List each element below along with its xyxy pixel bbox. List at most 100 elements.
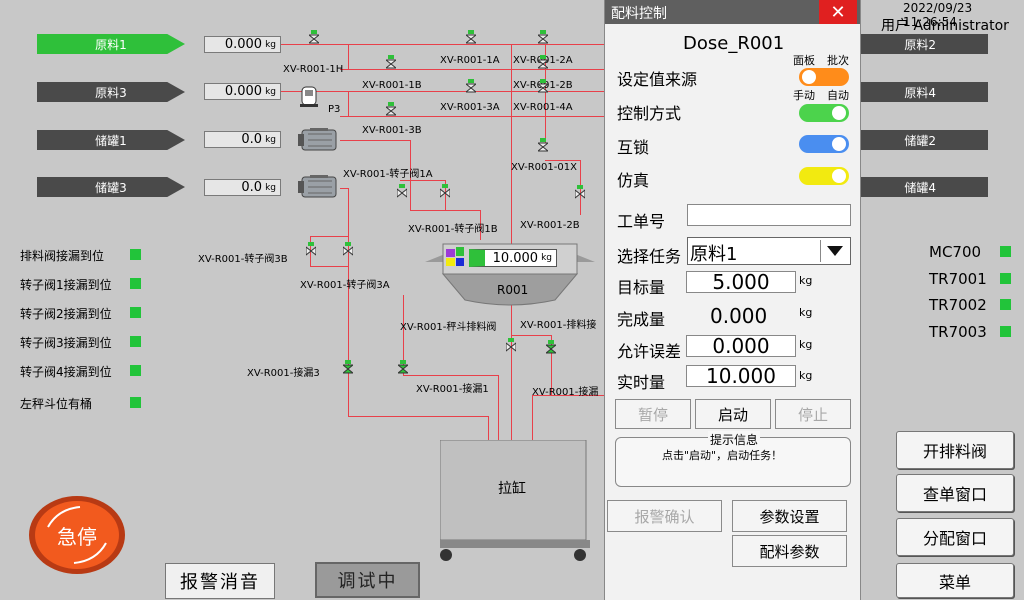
pipe-v-left2 bbox=[348, 91, 349, 116]
emergency-stop-label: 急停 bbox=[57, 525, 97, 549]
valve-rot1a-right-icon[interactable] bbox=[440, 184, 450, 198]
alarm-mute-label: 报警消音 bbox=[180, 572, 260, 593]
valve-2b-side-label: XV-R001-2B bbox=[520, 220, 580, 231]
pipe-leak1c bbox=[498, 375, 499, 440]
reactor-status-icon bbox=[446, 247, 466, 267]
target-value: 5.000 bbox=[712, 270, 770, 294]
valve-leak1-icon[interactable] bbox=[398, 360, 408, 374]
valve-rot3b-label: XV-R001-转子阀3B bbox=[198, 254, 288, 265]
pump-p3-icon[interactable] bbox=[300, 86, 318, 108]
valve-2a-icon[interactable] bbox=[538, 30, 548, 44]
open-discharge-valve-button[interactable]: 开排料阀 bbox=[896, 431, 1014, 469]
weight-display-storage1: 0.0 kg bbox=[204, 131, 281, 148]
tank-tag-raw4[interactable]: 原料4 bbox=[858, 82, 988, 102]
valve-leak3-icon[interactable] bbox=[343, 360, 353, 374]
valve-1b-icon[interactable] bbox=[386, 55, 396, 69]
start-button[interactable]: 启动 bbox=[695, 399, 771, 429]
valve-leak3-label: XV-R001-接漏3 bbox=[247, 368, 320, 379]
weight-display-raw3: 0.000 kg bbox=[204, 83, 281, 100]
actual-display: 10.000 bbox=[686, 364, 796, 388]
tank-tag-label: 原料2 bbox=[904, 37, 936, 52]
status-right-indicator-1 bbox=[1000, 273, 1011, 284]
toggle-knob bbox=[832, 137, 846, 151]
weight-unit: kg bbox=[265, 182, 276, 193]
valve-leak-r-label: XV-R001-接漏 bbox=[532, 387, 599, 398]
valve-rot1a-left-icon[interactable] bbox=[397, 184, 407, 198]
status-indicator-1 bbox=[130, 278, 141, 289]
motor-storage1-icon[interactable] bbox=[298, 124, 340, 156]
alarm-ack-button[interactable]: 报警确认 bbox=[607, 500, 722, 532]
valve-rot3b-right-icon[interactable] bbox=[343, 242, 353, 256]
pipe-disch bbox=[511, 335, 551, 336]
status-row-2: 转子阀2接漏到位 bbox=[20, 305, 112, 322]
valve-01x-side-icon[interactable] bbox=[575, 185, 585, 199]
valve-1a-icon[interactable] bbox=[466, 30, 476, 44]
valve-rot1b-label: XV-R001-转子阀1B bbox=[408, 224, 498, 235]
button-label: 报警确认 bbox=[634, 507, 695, 526]
tank-tag-raw1[interactable]: 原料1 bbox=[37, 34, 185, 54]
tank-tag-label: 原料3 bbox=[95, 85, 127, 100]
control-mode-toggle[interactable] bbox=[799, 104, 849, 122]
target-input[interactable]: 5.000 bbox=[686, 270, 796, 294]
assign-window-button[interactable]: 分配窗口 bbox=[896, 518, 1014, 556]
tolerance-input[interactable]: 0.000 bbox=[686, 334, 796, 358]
button-label: 暂停 bbox=[637, 405, 668, 424]
tank-tag-storage2[interactable]: 储罐2 bbox=[858, 130, 988, 150]
valve-3a-icon[interactable] bbox=[466, 79, 476, 93]
dose-params-button[interactable]: 配料参数 bbox=[732, 535, 847, 567]
pipe-rot1e bbox=[410, 210, 480, 211]
opt-batch-label: 批次 bbox=[827, 54, 849, 67]
query-window-button[interactable]: 查单窗口 bbox=[896, 474, 1014, 512]
menu-button[interactable]: 菜单 bbox=[896, 563, 1014, 598]
valve-4a-icon[interactable] bbox=[538, 79, 548, 93]
close-icon[interactable]: ✕ bbox=[819, 0, 857, 24]
weight-display-storage3: 0.0 kg bbox=[204, 179, 281, 196]
valve-2b-icon[interactable] bbox=[538, 55, 548, 69]
pipe-main-h1 bbox=[280, 44, 604, 45]
valve-discharge-label: XV-R001-排料接 bbox=[520, 320, 597, 331]
stop-button[interactable]: 停止 bbox=[775, 399, 851, 429]
valve-discharge-icon[interactable] bbox=[546, 340, 556, 354]
interlock-toggle[interactable] bbox=[799, 135, 849, 153]
simulation-toggle[interactable] bbox=[799, 167, 849, 185]
valve-1b-label: XV-R001-1B bbox=[362, 80, 422, 91]
left-tag-row-0: 原料1 bbox=[37, 34, 185, 54]
status-right-label-0: MC700 bbox=[929, 243, 982, 261]
weight-value: 0.000 bbox=[224, 84, 263, 99]
pause-button[interactable]: 暂停 bbox=[615, 399, 691, 429]
button-label: 分配窗口 bbox=[922, 529, 987, 548]
valve-rot3b-left-icon[interactable] bbox=[306, 242, 316, 256]
pump-p3-label: P3 bbox=[328, 104, 341, 115]
pipe-leak3b bbox=[488, 416, 489, 440]
chevron-down-icon[interactable] bbox=[820, 240, 849, 262]
valve-scale-discharge-icon[interactable] bbox=[506, 338, 516, 352]
param-settings-button[interactable]: 参数设置 bbox=[732, 500, 847, 532]
task-select[interactable]: 原料1 bbox=[687, 237, 851, 265]
alarm-mute-button[interactable]: 报警消音 bbox=[165, 563, 275, 599]
vat-body[interactable] bbox=[434, 439, 594, 561]
debug-button[interactable]: 调试中 bbox=[315, 562, 420, 598]
status-row-4: 转子阀4接漏到位 bbox=[20, 363, 112, 380]
motor-storage3-icon[interactable] bbox=[298, 171, 340, 203]
pipe-h3 bbox=[340, 69, 604, 70]
tank-tag-storage4[interactable]: 储罐4 bbox=[858, 177, 988, 197]
dose-name: Dose_R001 bbox=[683, 33, 785, 54]
button-label: 参数设置 bbox=[759, 507, 820, 526]
valve-leak1-label: XV-R001-接漏1 bbox=[416, 384, 489, 395]
tank-tag-raw3[interactable]: 原料3 bbox=[37, 82, 185, 102]
status-right-indicator-0 bbox=[1000, 246, 1011, 257]
valve-3b-icon[interactable] bbox=[386, 102, 396, 116]
setpoint-source-toggle[interactable] bbox=[799, 68, 849, 86]
pipe-rot1c bbox=[400, 180, 445, 181]
tank-tag-storage1[interactable]: 储罐1 bbox=[37, 130, 185, 150]
valve-01x-icon[interactable] bbox=[538, 138, 548, 152]
status-indicator-2 bbox=[130, 307, 141, 318]
work-order-input[interactable] bbox=[687, 204, 851, 226]
valve-1h-icon[interactable] bbox=[309, 30, 319, 44]
pipe-h4 bbox=[340, 116, 604, 117]
done-value: 0.000 bbox=[710, 304, 768, 328]
user-label: 用户 Administrator bbox=[881, 18, 1009, 34]
tank-tag-raw2[interactable]: 原料2 bbox=[858, 34, 988, 54]
vat-label: 拉缸 bbox=[498, 481, 526, 497]
tank-tag-storage3[interactable]: 储罐3 bbox=[37, 177, 185, 197]
